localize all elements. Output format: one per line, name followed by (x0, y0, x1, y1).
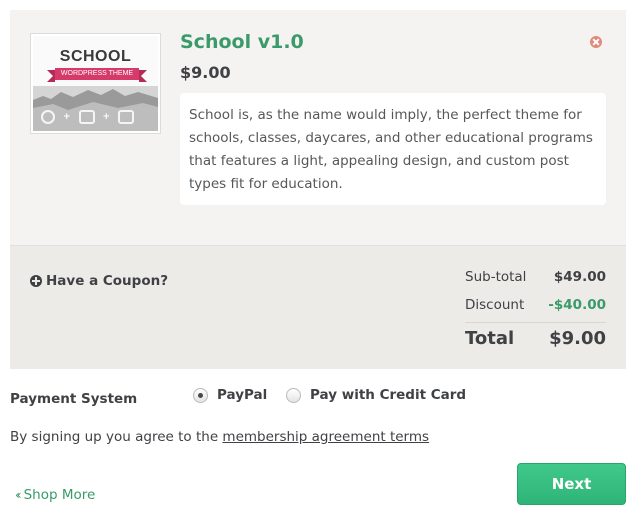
coupon-toggle[interactable]: Have a Coupon? (30, 273, 168, 289)
plus-circle-icon (30, 275, 42, 287)
subtotal-value: $49.00 (553, 269, 606, 285)
paypal-label: PayPal (217, 387, 268, 403)
totals-divider (465, 322, 606, 323)
credit-card-option[interactable]: Pay with Credit Card (286, 387, 466, 403)
paypal-option[interactable]: PayPal (193, 387, 267, 403)
shop-more-link[interactable]: ‹‹ Shop More (15, 487, 95, 503)
discount-value: -$40.00 (548, 297, 606, 313)
totals-panel: Have a Coupon? Sub-total $49.00 Discount… (10, 245, 626, 369)
thumbnail-ribbon: WORDPRESS THEME (47, 68, 147, 82)
devices-icon (78, 110, 95, 124)
payment-system-label: Payment System (10, 391, 138, 407)
product-title[interactable]: School v1.0 (180, 31, 304, 53)
thumbnail-title: SCHOOL (59, 48, 132, 65)
discount-row: Discount -$40.00 (465, 297, 606, 313)
thumbnail-photo (33, 86, 158, 131)
agreement-terms-link[interactable]: membership agreement terms (222, 429, 429, 445)
thumbnail-image: SCHOOL WORDPRESS THEME + + (33, 36, 158, 131)
discount-label: Discount (465, 297, 525, 313)
shop-more-label: Shop More (23, 487, 96, 503)
thumbnail-icons: + + (41, 110, 135, 124)
credit-card-label: Pay with Credit Card (310, 387, 467, 403)
plus-glyph: + (102, 112, 111, 122)
product-description: School is, as the name would imply, the … (180, 93, 606, 205)
total-label: Total (465, 328, 515, 349)
paypal-radio[interactable] (193, 387, 208, 403)
product-thumbnail[interactable]: SCHOOL WORDPRESS THEME + + (30, 33, 161, 134)
close-circle-icon[interactable] (590, 36, 602, 48)
subtotal-row: Sub-total $49.00 (465, 269, 606, 285)
coupon-label: Have a Coupon? (46, 273, 169, 289)
credit-card-radio[interactable] (286, 387, 301, 403)
total-row: Total $9.00 (465, 328, 606, 349)
subtotal-label: Sub-total (465, 269, 527, 285)
agreement-text: By signing up you agree to the membershi… (10, 429, 429, 445)
next-button[interactable]: Next (517, 463, 626, 505)
photoshop-icon (118, 110, 135, 124)
agreement-prefix: By signing up you agree to the (10, 429, 223, 445)
product-price: $9.00 (180, 63, 231, 82)
cart-item: SCHOOL WORDPRESS THEME + + School v1.0 $… (10, 10, 626, 245)
wordpress-icon (41, 110, 55, 124)
plus-glyph: + (63, 112, 71, 122)
double-chevron-left-icon: ‹‹ (15, 488, 21, 502)
total-value: $9.00 (549, 328, 606, 349)
